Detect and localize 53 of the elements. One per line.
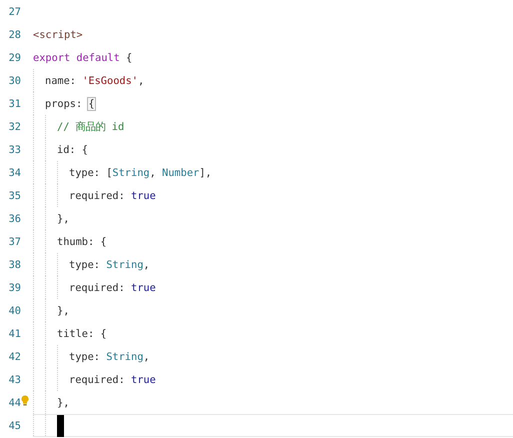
- text-cursor: [57, 414, 64, 436]
- code-token: true: [131, 282, 156, 294]
- code-token: {: [124, 52, 132, 64]
- code-token: // 商品的 id: [57, 120, 124, 134]
- code-token: name:: [45, 74, 77, 86]
- line-number: 27: [8, 6, 21, 18]
- code-token: ],: [199, 166, 212, 178]
- code-token: ,: [143, 350, 150, 362]
- line-number: 37: [8, 236, 21, 248]
- code-token: type:: [69, 350, 101, 362]
- code-token: id: {: [57, 144, 88, 156]
- code-token: Number: [162, 166, 200, 178]
- code-token: thumb: {: [57, 236, 107, 248]
- line-number: 33: [8, 144, 21, 156]
- line-number: 36: [8, 212, 21, 224]
- line-number: 40: [8, 304, 21, 316]
- code-token: type: [: [69, 166, 112, 178]
- code-token: String: [106, 258, 144, 270]
- line-number: 39: [8, 282, 21, 294]
- line-number: 30: [8, 74, 21, 86]
- lightbulb-icon[interactable]: [21, 395, 29, 406]
- code-token: ,: [143, 258, 150, 270]
- line-number: 38: [8, 258, 21, 270]
- line-number: 29: [8, 52, 21, 64]
- code-token: props:: [45, 98, 84, 110]
- code-token: title: {: [57, 328, 107, 340]
- code-token: String: [106, 350, 144, 362]
- line-number: 28: [8, 28, 21, 40]
- code-token: export default: [33, 52, 120, 64]
- code-token: },: [57, 212, 70, 224]
- line-number: 42: [8, 350, 21, 362]
- matched-bracket: {: [88, 98, 95, 110]
- line-number: 35: [8, 190, 21, 202]
- line-number: 31: [8, 98, 21, 110]
- code-token: String: [112, 166, 150, 178]
- code-token: 'EsGoods': [82, 74, 138, 86]
- code-token: type:: [69, 258, 101, 270]
- line-number: 43: [8, 374, 21, 386]
- line-number: 41: [8, 328, 21, 340]
- code-token: true: [131, 190, 156, 202]
- line-number: 45: [8, 420, 21, 432]
- line-number: 34: [8, 166, 21, 178]
- code-token: required:: [69, 282, 126, 294]
- code-token: required:: [69, 374, 126, 386]
- line-number: 44: [8, 396, 21, 408]
- code-token: },: [57, 396, 70, 408]
- code-token: required:: [69, 190, 126, 202]
- code-token: true: [131, 374, 156, 386]
- code-token: },: [57, 304, 70, 316]
- line-number: 32: [8, 120, 21, 132]
- code-token: ,: [138, 74, 144, 86]
- code-token: ,: [150, 166, 157, 178]
- code-token: <script>: [33, 28, 83, 40]
